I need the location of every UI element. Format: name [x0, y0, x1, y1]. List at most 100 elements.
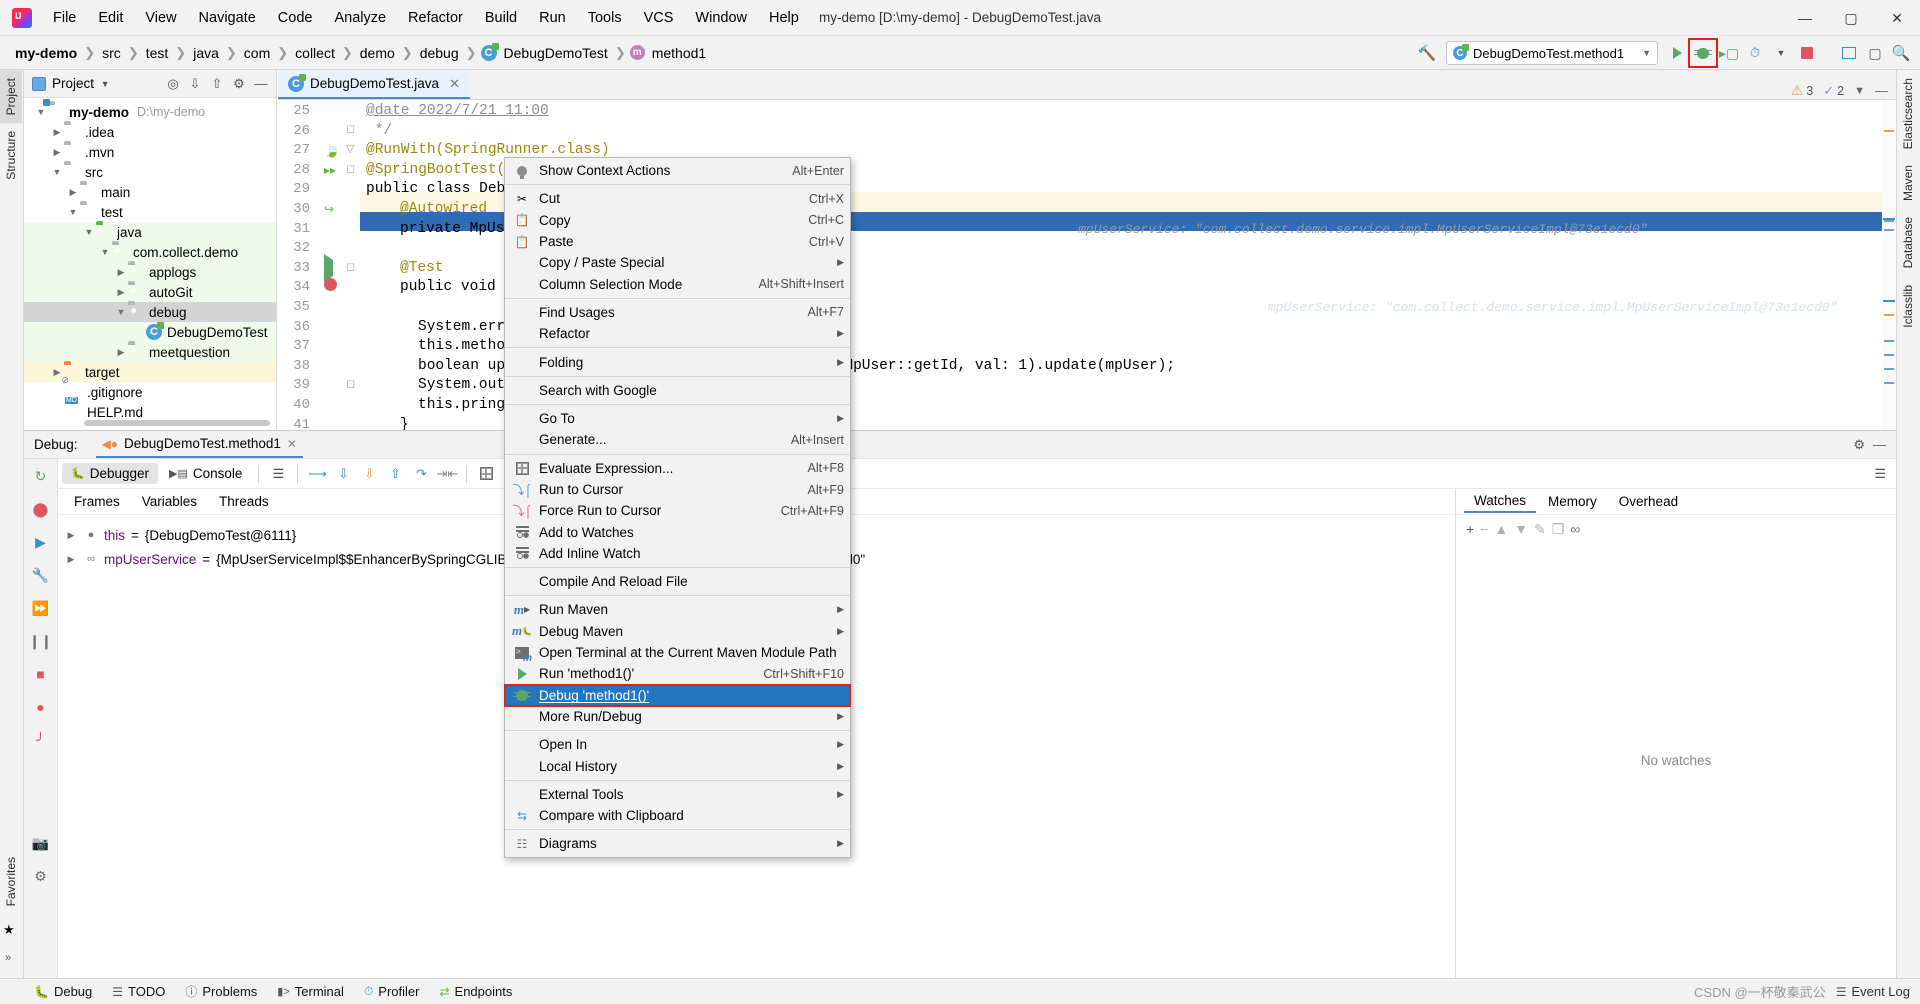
menu-item-evaluate-expression[interactable]: Evaluate Expression... Alt+F8: [505, 458, 850, 479]
weak-warning-count[interactable]: ✓ 2: [1823, 83, 1844, 99]
stop-icon[interactable]: ■: [30, 663, 52, 685]
sidebar-item-maven[interactable]: Maven: [1897, 157, 1919, 209]
run-to-cursor-icon[interactable]: ⇥⇤: [435, 463, 459, 485]
debug-icon[interactable]: [1688, 38, 1718, 68]
menu-item-compile-and-reload-file[interactable]: Compile And Reload File: [505, 571, 850, 592]
hide-icon[interactable]: —: [1873, 437, 1886, 453]
status-item-problems[interactable]: ⓘ Problems: [175, 979, 267, 1004]
profiler-icon[interactable]: ⏱: [1742, 40, 1768, 66]
mute-breakpoints-icon[interactable]: ╯: [30, 729, 52, 751]
menu-item-local-history[interactable]: Local History ▶: [505, 755, 850, 776]
breakpoint-icon[interactable]: [324, 278, 340, 294]
warning-count[interactable]: ⚠ 3: [1791, 82, 1814, 99]
fold-marker-icon[interactable]: ◻: [346, 376, 355, 396]
run-configuration-selector[interactable]: C DebugDemoTest.method1 ▼: [1446, 41, 1658, 65]
menu-vcs[interactable]: VCS: [633, 6, 685, 30]
editor-scrollbar[interactable]: [1882, 100, 1896, 430]
chevron-down-icon[interactable]: ▼: [94, 73, 116, 95]
tree-item-test[interactable]: ▼ test: [24, 202, 276, 222]
link-icon[interactable]: ∞: [1570, 521, 1580, 537]
tab-debugger[interactable]: 🐛 Debugger: [62, 463, 158, 484]
run-to-cursor-icon[interactable]: ⏩: [30, 597, 52, 619]
up-icon[interactable]: ▲: [1494, 521, 1508, 537]
tree-item-gitignore[interactable]: .gitignore: [24, 382, 276, 402]
tree-item-package-root[interactable]: ▼ com.collect.demo: [24, 242, 276, 262]
spring-bean-icon[interactable]: 🍃: [324, 142, 340, 159]
menu-item-run-method1[interactable]: Run 'method1()' Ctrl+Shift+F10: [505, 663, 850, 684]
menu-window[interactable]: Window: [684, 6, 758, 30]
sidebar-item-favorites[interactable]: Favorites: [0, 849, 22, 914]
status-item-profiler[interactable]: ⏱ Profiler: [354, 979, 430, 1004]
status-item-todo[interactable]: ☰ TODO: [102, 979, 175, 1004]
status-item-event-log[interactable]: ☰ Event Log: [1836, 984, 1910, 999]
down-icon[interactable]: ▼: [1514, 521, 1528, 537]
chevron-down-icon[interactable]: ▼: [50, 167, 64, 177]
menu-item-copy-paste-special[interactable]: Copy / Paste Special ▶: [505, 252, 850, 273]
tree-item-my-demo[interactable]: ▼ my-demo D:\my-demo: [24, 102, 276, 122]
tree-item-debugdemotest[interactable]: C DebugDemoTest: [24, 322, 276, 342]
menu-item-folding[interactable]: Folding ▶: [505, 351, 850, 372]
run-with-coverage-icon[interactable]: ▸▢: [1716, 40, 1742, 66]
camera-icon[interactable]: 📷: [30, 832, 52, 854]
tree-item-help-md[interactable]: HELP.md: [24, 402, 276, 422]
breadcrumb-demo[interactable]: demo: [357, 43, 398, 63]
fold-marker-icon[interactable]: ◻: [346, 259, 355, 279]
menu-file[interactable]: File: [42, 6, 87, 30]
breakpoint-icon[interactable]: ⬤: [30, 498, 52, 520]
menu-item-refactor[interactable]: Refactor ▶: [505, 323, 850, 344]
chevron-right-icon[interactable]: ▶: [64, 554, 78, 565]
close-button[interactable]: ✕: [1874, 0, 1920, 36]
menu-item-debug-method1[interactable]: Debug 'method1()': [504, 683, 851, 707]
tree-item-mvn[interactable]: ▶ .mvn: [24, 142, 276, 162]
breadcrumb-debug[interactable]: debug: [417, 43, 462, 63]
breadcrumb-java[interactable]: java: [190, 43, 222, 63]
breadcrumb-src[interactable]: src: [99, 43, 124, 63]
chevron-right-icon[interactable]: ▶: [114, 347, 128, 358]
editor-gutter[interactable]: 25 26 27 28 29 30 31 32 33 34 35 36 37 3…: [278, 100, 360, 430]
sidebar-item-structure[interactable]: Structure: [0, 123, 22, 188]
layout-icon[interactable]: [1836, 40, 1862, 66]
menu-item-force-run-to-cursor[interactable]: ⤵⌠ Force Run to Cursor Ctrl+Alt+F9: [505, 500, 850, 521]
menu-item-search-with-google[interactable]: Search with Google: [505, 380, 850, 401]
menu-item-show-context-actions[interactable]: Show Context Actions Alt+Enter: [505, 160, 850, 181]
tree-item-java[interactable]: ▼ java: [24, 222, 276, 242]
pause-icon[interactable]: ❙❙: [29, 630, 52, 652]
editor-context-menu[interactable]: Show Context Actions Alt+Enter ✂ Cut Ctr…: [504, 157, 851, 858]
edit-icon[interactable]: ✎: [1534, 521, 1546, 538]
menu-help[interactable]: Help: [758, 6, 810, 30]
search-everywhere-icon[interactable]: 🔍: [1888, 40, 1914, 66]
menu-item-copy[interactable]: 📋 Copy Ctrl+C: [505, 210, 850, 231]
subtab-threads[interactable]: Threads: [209, 491, 279, 512]
tab-console[interactable]: ▶▤ Console: [160, 463, 251, 484]
menu-item-paste[interactable]: 📋 Paste Ctrl+V: [505, 231, 850, 252]
resume-icon[interactable]: ▶: [30, 531, 52, 553]
status-item-terminal[interactable]: ▮> Terminal: [267, 979, 354, 1004]
chevron-down-icon[interactable]: ▼: [66, 207, 80, 217]
breadcrumb-test[interactable]: test: [143, 43, 172, 63]
sidebar-item-iclasslib[interactable]: Iclasslib: [1897, 277, 1919, 336]
expand-stripe-icon[interactable]: »: [5, 952, 11, 964]
run-test-icon[interactable]: [324, 254, 340, 282]
chevron-down-icon[interactable]: ▼: [1768, 40, 1794, 66]
tree-item-idea[interactable]: ▶ .idea: [24, 122, 276, 142]
chevron-down-icon[interactable]: ▼: [82, 227, 96, 237]
tree-item-autogit[interactable]: ▶ autoGit: [24, 282, 276, 302]
chevron-right-icon[interactable]: ▶: [66, 187, 80, 198]
menu-analyze[interactable]: Analyze: [323, 6, 397, 30]
subtab-variables[interactable]: Variables: [132, 491, 207, 512]
run-icon[interactable]: [1664, 40, 1690, 66]
chevron-right-icon[interactable]: ▶: [50, 127, 64, 138]
settings-icon[interactable]: 🔧: [30, 564, 52, 586]
settings2-icon[interactable]: ⚙: [30, 865, 52, 887]
status-item-debug[interactable]: 🐛 Debug: [24, 979, 102, 1004]
layout-icon[interactable]: ☰: [266, 463, 290, 485]
breadcrumb-class[interactable]: DebugDemoTest: [501, 43, 611, 63]
tree-item-applogs[interactable]: ▶ applogs: [24, 262, 276, 282]
hide-icon[interactable]: —: [250, 73, 272, 95]
sidebar-item-project[interactable]: Project: [0, 70, 22, 124]
star-icon[interactable]: ★: [3, 922, 15, 938]
menu-build[interactable]: Build: [474, 6, 528, 30]
updates-icon[interactable]: ▢: [1862, 40, 1888, 66]
menu-navigate[interactable]: Navigate: [188, 6, 267, 30]
settings-icon[interactable]: ⚙: [228, 73, 250, 95]
